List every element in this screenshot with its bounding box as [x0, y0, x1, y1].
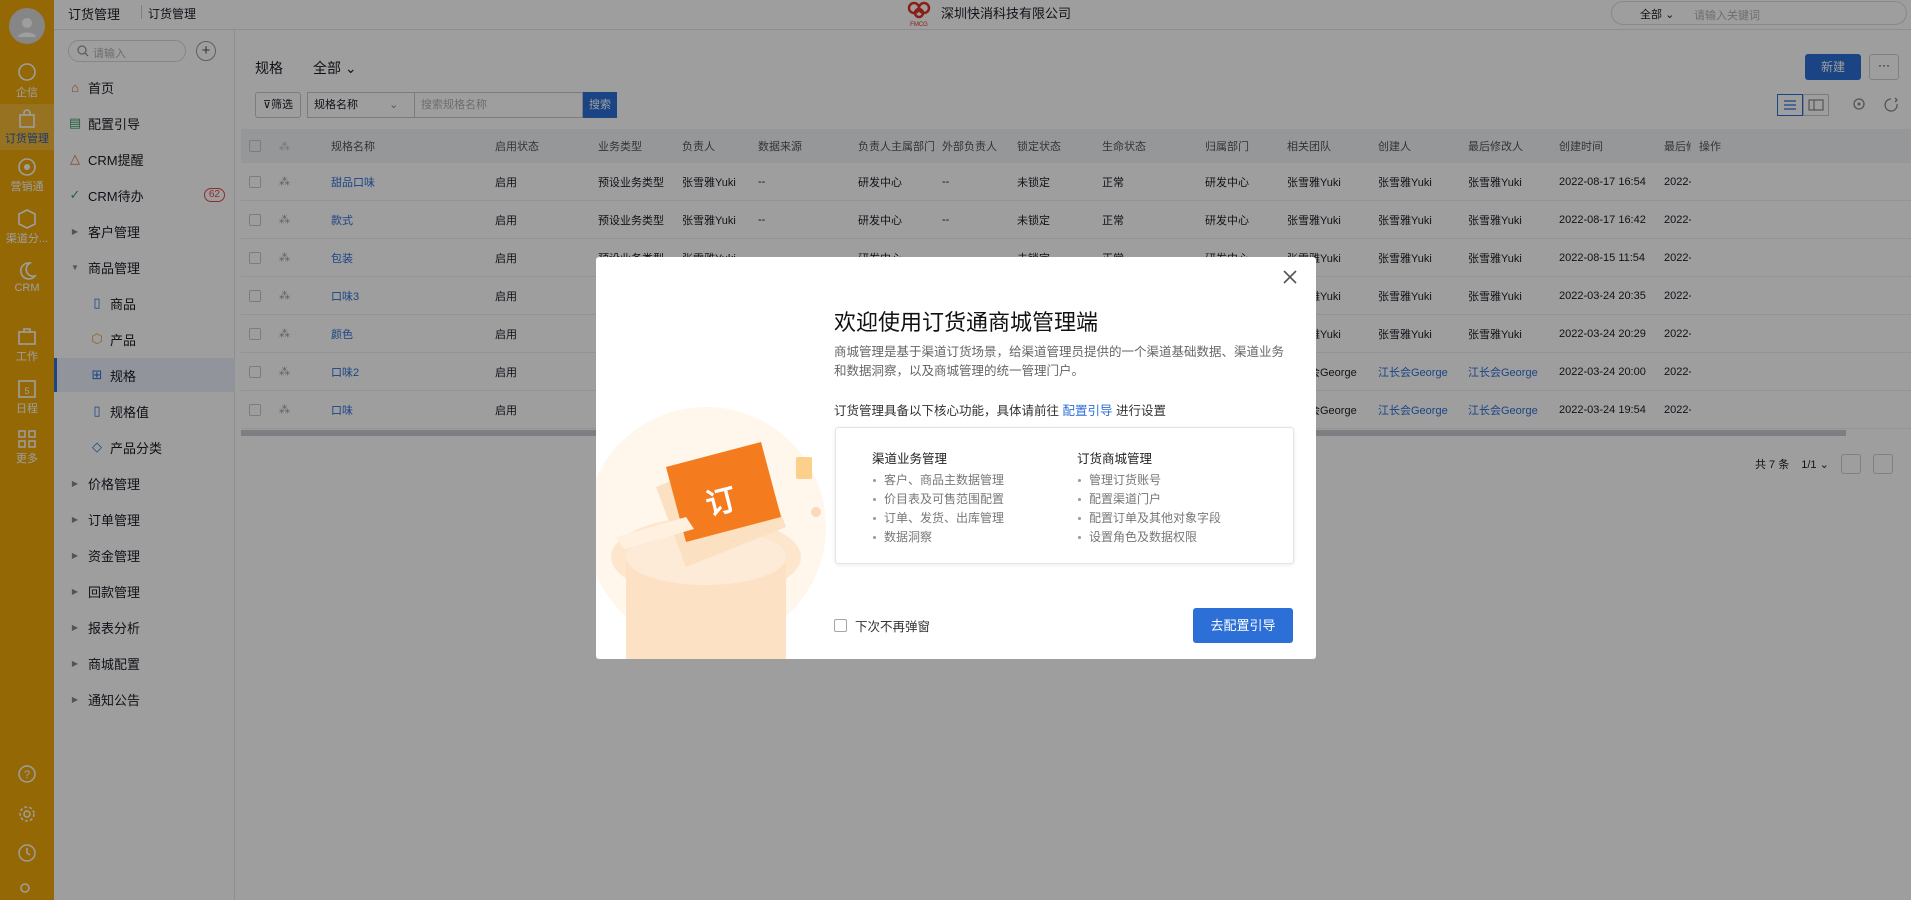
config-guide-link[interactable]: 配置引导: [1063, 404, 1113, 418]
dialog-description: 商城管理是基于渠道订货场景，给渠道管理员提供的一个渠道基础数据、渠道业务和数据洞…: [834, 345, 1285, 378]
checkbox[interactable]: [834, 619, 847, 632]
dont-show-again-checkbox[interactable]: 下次不再弹窗: [834, 616, 930, 635]
feature-column-channel: 渠道业务管理 客户、商品主数据管理 价目表及可售范围配置 订单、发货、出库管理 …: [872, 448, 1004, 547]
feature-item: 订单、发货、出库管理: [872, 509, 1004, 528]
dialog-title: 欢迎使用订货通商城管理端: [834, 310, 1099, 335]
feature-item: 设置角色及数据权限: [1077, 528, 1221, 547]
feature-column-title: 订货商城管理: [1077, 452, 1153, 466]
feature-item: 价目表及可售范围配置: [872, 490, 1004, 509]
feature-column-mall: 订货商城管理 管理订货账号 配置渠道门户 配置订单及其他对象字段 设置角色及数据…: [1077, 448, 1221, 547]
feature-column-title: 渠道业务管理: [872, 452, 948, 466]
feature-item: 客户、商品主数据管理: [872, 471, 1004, 490]
feature-item: 数据洞察: [872, 528, 1004, 547]
close-icon: [1283, 270, 1297, 284]
welcome-illustration: 订: [596, 407, 826, 659]
close-button[interactable]: [1278, 265, 1302, 289]
feature-item: 管理订货账号: [1077, 471, 1221, 490]
dialog-lead: 订货管理具备以下核心功能，具体请前往 配置引导 进行设置: [834, 404, 1167, 418]
welcome-dialog: 订 欢迎使用订货通商城管理端 商城管理是基于渠道订货场景，给渠道管理员提供的一个…: [596, 257, 1316, 659]
go-to-config-guide-button[interactable]: 去配置引导: [1193, 608, 1293, 643]
feature-item: 配置渠道门户: [1077, 490, 1221, 509]
feature-item: 配置订单及其他对象字段: [1077, 509, 1221, 528]
feature-list-card: 渠道业务管理 客户、商品主数据管理 价目表及可售范围配置 订单、发货、出库管理 …: [835, 427, 1294, 564]
